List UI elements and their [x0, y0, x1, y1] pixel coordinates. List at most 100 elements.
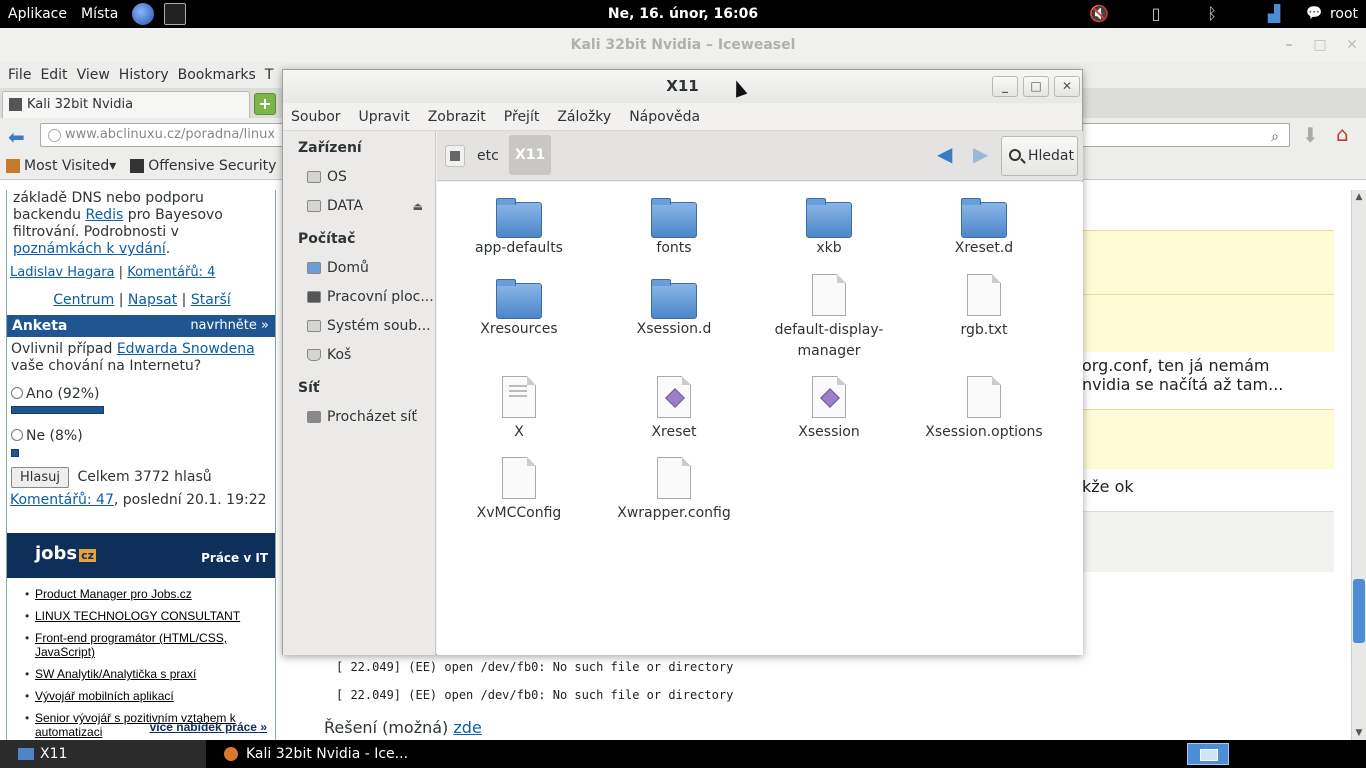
taskbar-item-x11[interactable]: X11	[0, 740, 206, 768]
menu-tools[interactable]: T	[265, 67, 274, 83]
home-icon[interactable]: ⌂	[1336, 122, 1349, 146]
nav-napsat[interactable]: Napsat	[128, 292, 177, 308]
terminal-launcher-icon[interactable]	[164, 3, 187, 25]
sidebar-item-home[interactable]: Domů	[283, 254, 435, 283]
more-jobs-link[interactable]: více nabídek práce »	[150, 720, 267, 734]
chat-icon[interactable]: 💬	[1306, 0, 1322, 28]
job-item[interactable]: Product Manager pro Jobs.cz	[25, 587, 275, 601]
menu-view[interactable]: View	[77, 67, 110, 83]
snowden-link[interactable]: Edwarda Snowdena	[117, 341, 255, 357]
browser-titlebar[interactable]: Kali 32bit Nvidia – Iceweasel – □ ✕	[0, 28, 1366, 62]
battery-icon[interactable]: ▯	[1146, 0, 1166, 28]
bluetooth-icon[interactable]: ᛒ	[1200, 0, 1224, 28]
file-item-xkb[interactable]: xkb	[754, 198, 904, 259]
tab-title: Kali 32bit Nvidia	[27, 97, 134, 112]
fm-menu-upravit[interactable]: Upravit	[359, 109, 410, 125]
fm-menu-zalozky[interactable]: Záložky	[557, 109, 611, 125]
file-item-xvmcconfig[interactable]: XvMCConfig	[444, 457, 594, 524]
file-item-fonts[interactable]: fonts	[599, 198, 749, 259]
menu-file[interactable]: File	[8, 67, 31, 83]
user-menu[interactable]: root	[1326, 0, 1362, 28]
job-item[interactable]: Vývojář mobilních aplikací	[25, 689, 275, 703]
file-item-xresources[interactable]: Xresources	[444, 279, 594, 340]
file-item-default-display-manager[interactable]: default-display-manager	[754, 274, 904, 362]
poll-header: Anketa navrhněte »	[7, 315, 275, 337]
network-signal-icon[interactable]: ▟	[1262, 0, 1286, 28]
file-manager-titlebar[interactable]: X11 _ □ ✕	[283, 70, 1082, 103]
file-item-rgb-txt[interactable]: rgb.txt	[909, 274, 1059, 341]
browser-launcher-icon[interactable]	[132, 3, 155, 25]
fm-menu-soubor[interactable]: Soubor	[291, 109, 341, 125]
comments-link[interactable]: Komentářů: 4	[127, 265, 215, 280]
scroll-up-icon[interactable]: ▲	[1352, 190, 1366, 204]
breadcrumb-x11[interactable]: X11	[509, 135, 552, 175]
fm-maximize-icon[interactable]: □	[1023, 76, 1049, 97]
page-scrollbar[interactable]: ▲ ▼	[1351, 190, 1366, 740]
scroll-down-icon[interactable]: ▼	[1352, 726, 1366, 740]
sidebar-item-desktop[interactable]: Pracovní ploc...	[283, 283, 435, 312]
author-link[interactable]: Ladislav Hagara	[10, 265, 115, 280]
back-arrow-icon[interactable]: ⬅	[8, 125, 25, 149]
forward-icon[interactable]: ▶	[973, 142, 988, 166]
scrollbar-thumb[interactable]	[1353, 579, 1365, 643]
nav-centrum[interactable]: Centrum	[53, 292, 114, 308]
fm-minimize-icon[interactable]: _	[992, 76, 1018, 97]
workspace-switcher[interactable]	[1187, 743, 1229, 765]
filesystem-root-icon[interactable]	[445, 145, 465, 167]
job-item[interactable]: LINUX TECHNOLOGY CONSULTANT	[25, 609, 275, 623]
file-item-xreset-d[interactable]: Xreset.d	[909, 198, 1059, 259]
fm-menu-prejit[interactable]: Přejít	[504, 109, 540, 125]
jobs-header: jobs cz Práce v IT	[7, 533, 275, 578]
search-icon[interactable]: ⌕	[1271, 126, 1279, 148]
applications-menu[interactable]: Aplikace	[8, 6, 67, 22]
menu-bookmarks[interactable]: Bookmarks	[178, 67, 256, 83]
eject-icon[interactable]: ⏏	[413, 192, 423, 221]
job-item[interactable]: SW Analytik/Analytička s praxí	[25, 667, 275, 681]
release-notes-link[interactable]: poznámkách k vydání	[13, 241, 166, 257]
sidebar-item-browse-network[interactable]: Procházet síť	[283, 403, 435, 432]
bookmark-offensive-security[interactable]: Offensive Security	[130, 158, 276, 174]
tab-kali[interactable]: Kali 32bit Nvidia	[2, 91, 250, 118]
minimize-icon[interactable]: –	[1278, 28, 1300, 62]
file-item-xsession-d[interactable]: Xsession.d	[599, 279, 749, 340]
taskbar-item-browser[interactable]: Kali 32bit Nvidia - Ice...	[206, 740, 486, 768]
poll-suggest-link[interactable]: navrhněte »	[190, 315, 269, 337]
bookmark-most-visited[interactable]: Most Visited▾	[6, 158, 116, 174]
file-item-xsession-options[interactable]: Xsession.options	[909, 376, 1059, 443]
fm-close-icon[interactable]: ✕	[1054, 76, 1080, 97]
sidebar-item-data[interactable]: DATA ⏏	[283, 192, 435, 221]
fm-menu-napoveda[interactable]: Nápověda	[629, 109, 700, 125]
download-arrow-icon[interactable]: ⬇	[1302, 123, 1319, 147]
menu-history[interactable]: History	[119, 67, 169, 83]
sidebar-item-os[interactable]: OS	[283, 163, 435, 192]
maximize-icon[interactable]: □	[1309, 28, 1331, 62]
solution-link[interactable]: zde	[453, 718, 481, 737]
volume-muted-icon[interactable]: 🔇	[1086, 0, 1112, 28]
file-item-xsession[interactable]: Xsession	[754, 376, 904, 443]
jobs-logo[interactable]: jobs cz	[35, 543, 97, 564]
file-item-xwrapper-config[interactable]: Xwrapper.config	[599, 457, 749, 524]
file-item-x[interactable]: X	[444, 376, 594, 443]
redis-link[interactable]: Redis	[85, 207, 123, 223]
sidebar-item-filesystem[interactable]: Systém soub...	[283, 312, 435, 341]
search-button[interactable]: Hledat	[1001, 136, 1078, 176]
vote-button[interactable]: Hlasuj	[11, 467, 69, 488]
jobs-list: Product Manager pro Jobs.cz LINUX TECHNO…	[7, 578, 275, 739]
poll-option-no[interactable]: Ne (8%)	[11, 428, 271, 445]
nav-starsi[interactable]: Starší	[191, 292, 231, 308]
sidebar-item-trash[interactable]: Koš	[283, 341, 435, 370]
menu-edit[interactable]: Edit	[40, 67, 67, 83]
job-item[interactable]: Front-end programátor (HTML/CSS, JavaScr…	[25, 631, 275, 659]
new-tab-button[interactable]: +	[254, 93, 276, 115]
fm-menu-zobrazit[interactable]: Zobrazit	[428, 109, 486, 125]
file-item-app-defaults[interactable]: app-defaults	[444, 198, 594, 259]
file-item-xreset[interactable]: Xreset	[599, 376, 749, 443]
poll-comments-link[interactable]: Komentářů: 47	[10, 492, 114, 508]
poll-option-yes[interactable]: Ano (92%)	[11, 386, 271, 403]
radio-no[interactable]	[11, 429, 23, 441]
close-icon[interactable]: ✕	[1341, 28, 1363, 62]
breadcrumb-etc[interactable]: etc	[477, 145, 499, 167]
radio-yes[interactable]	[11, 387, 23, 399]
places-menu[interactable]: Místa	[81, 6, 118, 22]
back-icon[interactable]: ◀	[937, 142, 952, 166]
